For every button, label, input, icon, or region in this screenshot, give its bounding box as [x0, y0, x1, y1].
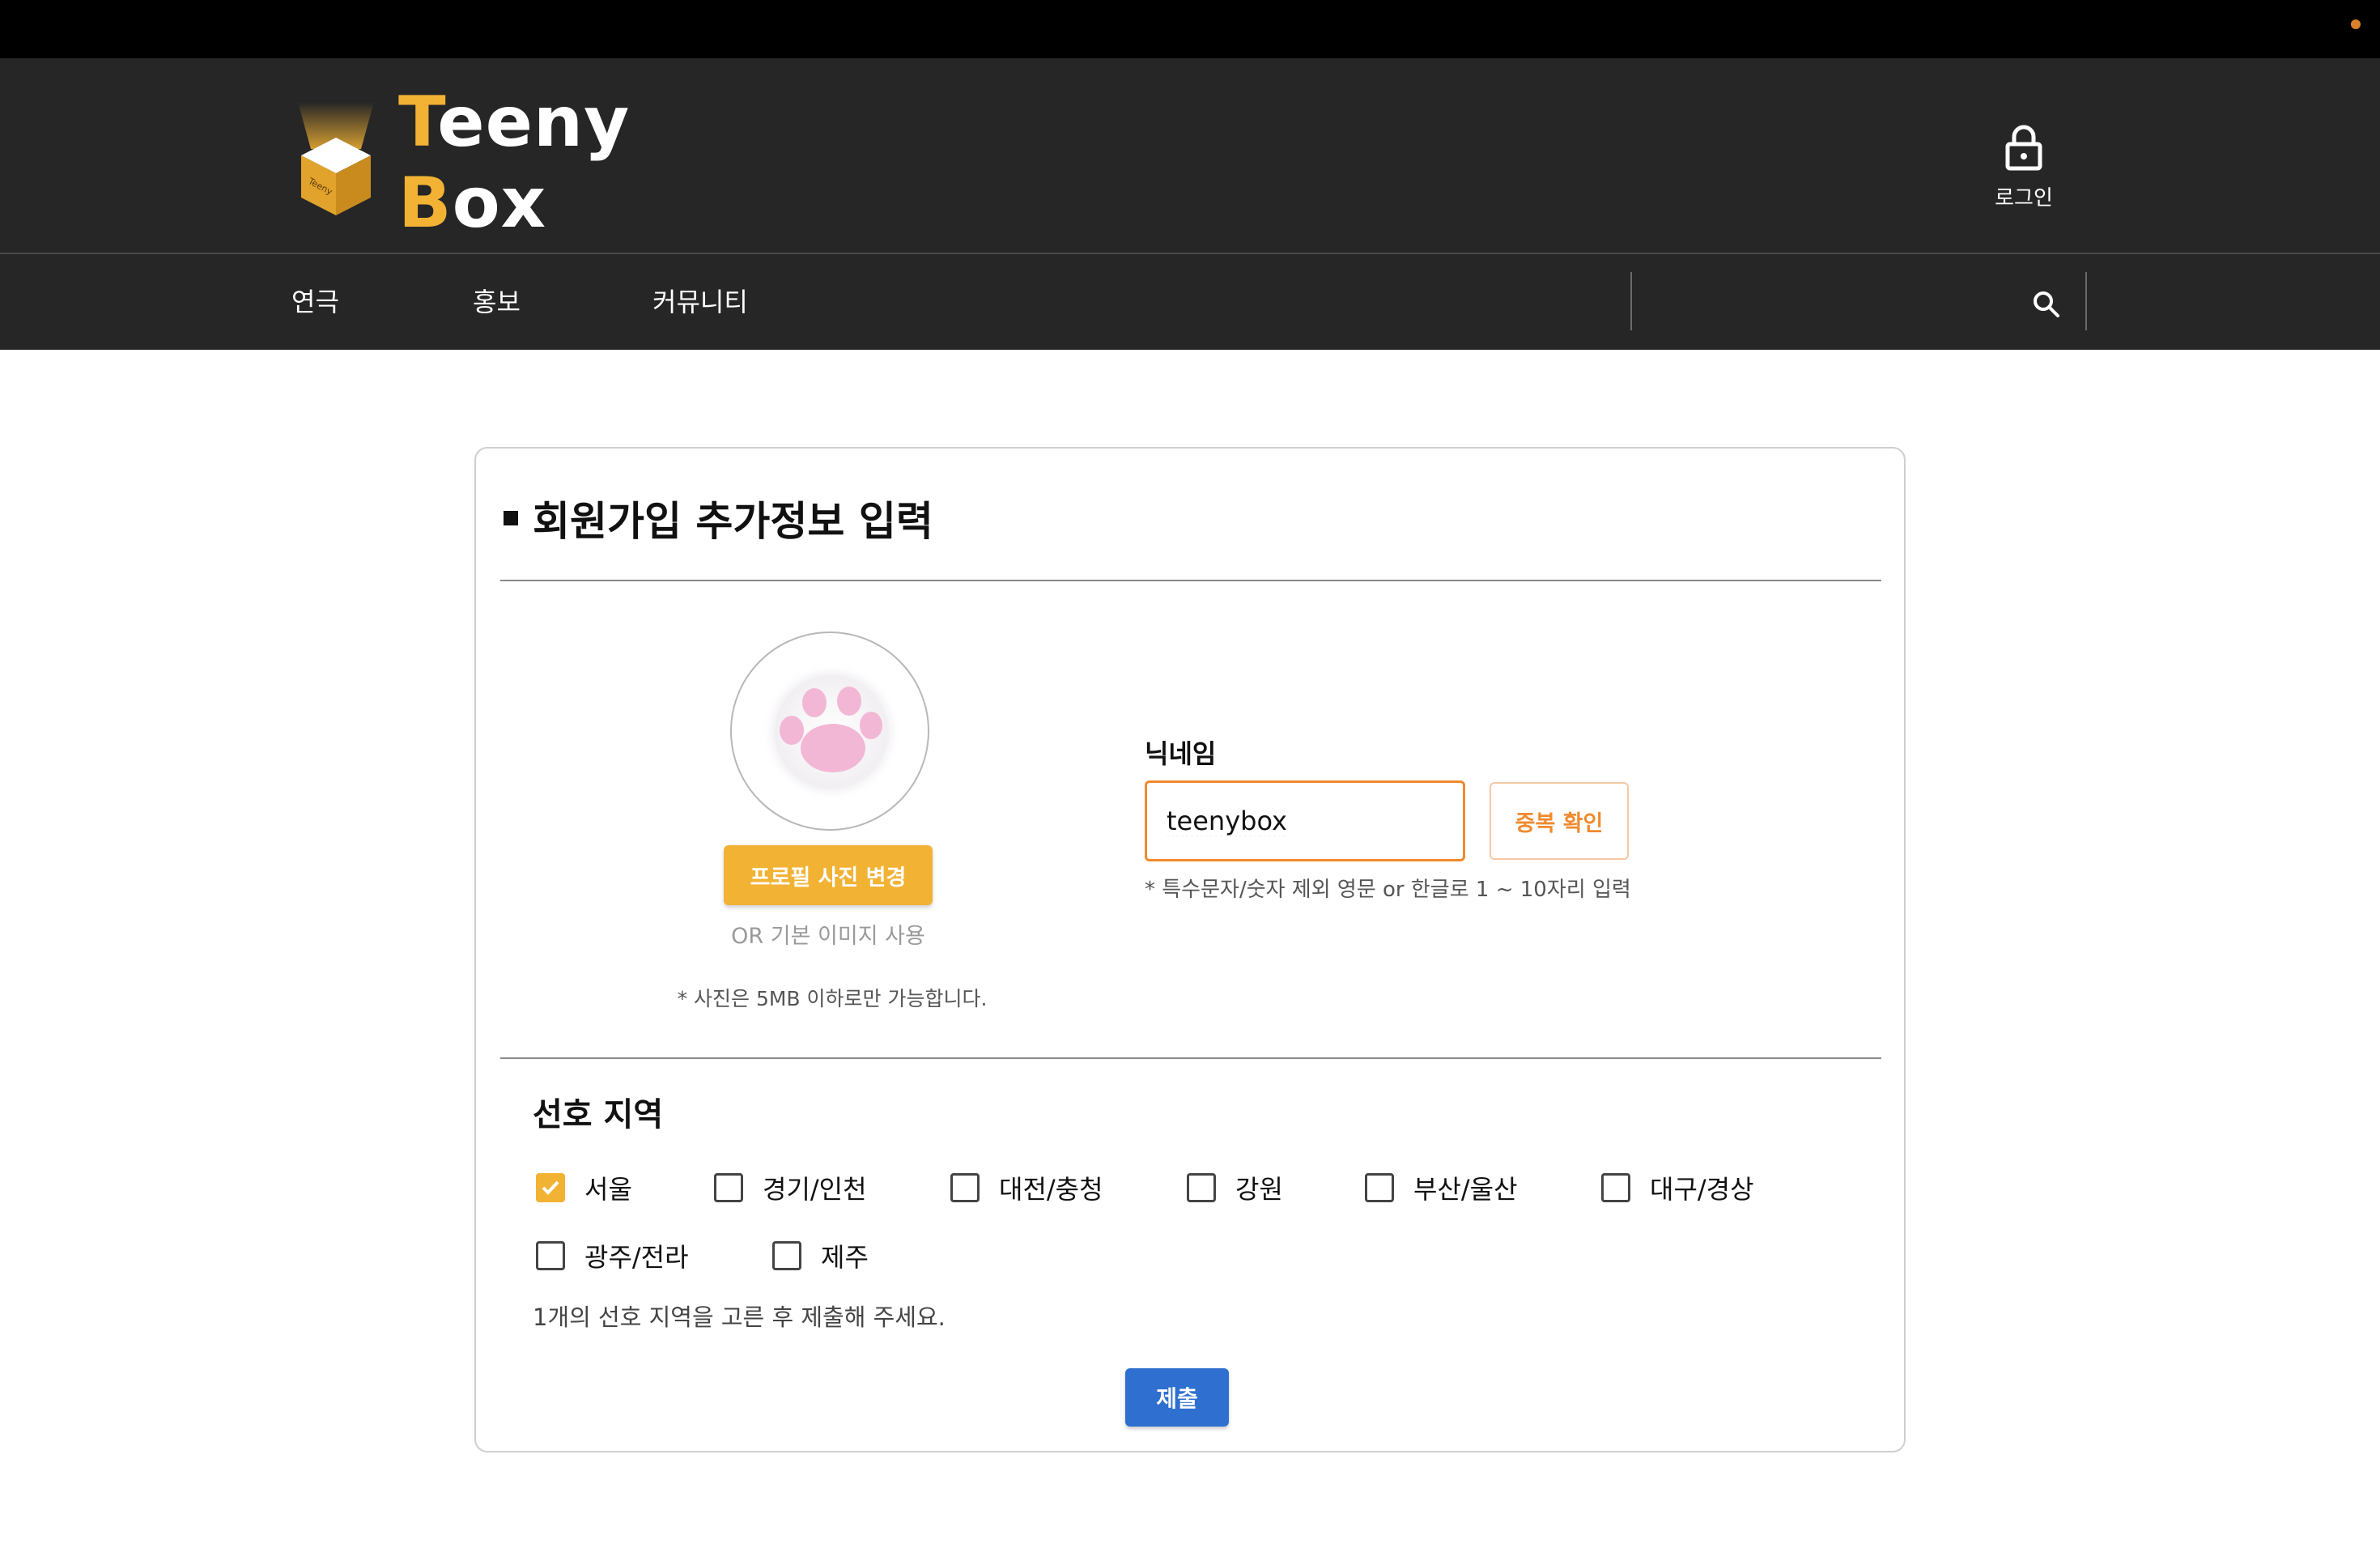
use-default-image-link[interactable]: OR 기본 이미지 사용	[724, 918, 933, 950]
region-selection-note: 1개의 선호 지역을 고른 후 제출해 주세요.	[533, 1303, 946, 1331]
nickname-rule-note: * 특수문자/숫자 제외 영문 or 한글로 1 ~ 10자리 입력	[1145, 878, 1631, 902]
logo-letter-t: T	[398, 82, 438, 163]
region-option-gangwon[interactable]: 강원	[1187, 1169, 1283, 1206]
check-icon	[542, 1180, 559, 1195]
signup-extra-info-card: 회원가입 추가정보 입력 프로필 사진 변경 OR 기본 이미지 사용 * 사진…	[474, 447, 1906, 1452]
title-bullet-icon	[504, 511, 518, 525]
nav-separator	[1630, 272, 1632, 330]
region-option-busan-ulsan[interactable]: 부산/울산	[1365, 1169, 1518, 1206]
region-label: 대구/경상	[1650, 1174, 1754, 1205]
checkbox[interactable]	[714, 1173, 743, 1202]
photo-size-note: * 사진은 5MB 이하로만 가능합니다.	[677, 987, 988, 1010]
lock-icon	[2003, 123, 2045, 175]
region-option-jeju[interactable]: 제주	[772, 1237, 869, 1274]
page-title: 회원가입 추가정보 입력	[504, 489, 933, 547]
region-label: 서울	[584, 1174, 632, 1205]
nav-separator	[2085, 272, 2087, 330]
checkbox[interactable]	[1601, 1173, 1630, 1202]
logo-word-eeny: eeny	[437, 82, 631, 163]
submit-button[interactable]: 제출	[1125, 1368, 1229, 1427]
region-option-daejeon-chungcheong[interactable]: 대전/충청	[950, 1169, 1103, 1206]
nickname-input[interactable]	[1145, 780, 1465, 861]
region-label: 강원	[1235, 1174, 1283, 1205]
region-label: 대전/충청	[999, 1174, 1103, 1205]
profile-avatar	[730, 632, 929, 831]
region-label: 부산/울산	[1413, 1174, 1518, 1205]
region-option-gwangju-jeolla[interactable]: 광주/전라	[536, 1237, 689, 1274]
nav-item-promotion[interactable]: 홍보	[473, 254, 521, 350]
logo-word-ox: ox	[452, 163, 547, 244]
page-title-text: 회원가입 추가정보 입력	[533, 498, 933, 545]
checkbox[interactable]	[536, 1241, 565, 1270]
logo-wordmark: Teeny Box	[398, 82, 761, 244]
login-button[interactable]: 로그인	[1975, 123, 2072, 212]
top-bar	[0, 0, 2380, 58]
region-label: 제주	[821, 1242, 869, 1273]
status-dot	[2351, 19, 2361, 29]
nav-item-theater[interactable]: 연극	[291, 254, 339, 350]
checkbox[interactable]	[536, 1173, 565, 1202]
site-header: Teeny Teeny Box 로그인	[0, 58, 2380, 253]
region-option-seoul[interactable]: 서울	[536, 1169, 632, 1206]
duplicate-check-button[interactable]: 중복 확인	[1490, 782, 1629, 860]
nav-item-community[interactable]: 커뮤니티	[652, 254, 748, 350]
main-nav: 연극 홍보 커뮤니티	[0, 254, 2380, 350]
checkbox[interactable]	[1365, 1173, 1394, 1202]
section-divider	[500, 1057, 1881, 1059]
region-option-daegu-gyeongsang[interactable]: 대구/경상	[1601, 1169, 1754, 1206]
login-label: 로그인	[1995, 186, 2053, 211]
nickname-label: 닉네임	[1145, 738, 1217, 769]
preferred-region-title: 선호 지역	[533, 1096, 664, 1133]
search-icon[interactable]	[2030, 288, 2063, 321]
change-profile-photo-button[interactable]: 프로필 사진 변경	[724, 845, 933, 905]
checkbox[interactable]	[1187, 1173, 1216, 1202]
box-logo-icon: Teeny	[291, 102, 380, 223]
checkbox[interactable]	[950, 1173, 980, 1202]
region-option-gyeonggi-incheon[interactable]: 경기/인천	[714, 1169, 867, 1206]
logo-letter-b: B	[398, 163, 453, 244]
section-divider	[500, 580, 1881, 581]
region-label: 광주/전라	[584, 1242, 689, 1273]
region-label: 경기/인천	[763, 1174, 867, 1205]
site-logo[interactable]: Teeny Teeny Box	[291, 82, 761, 244]
checkbox[interactable]	[772, 1241, 801, 1270]
